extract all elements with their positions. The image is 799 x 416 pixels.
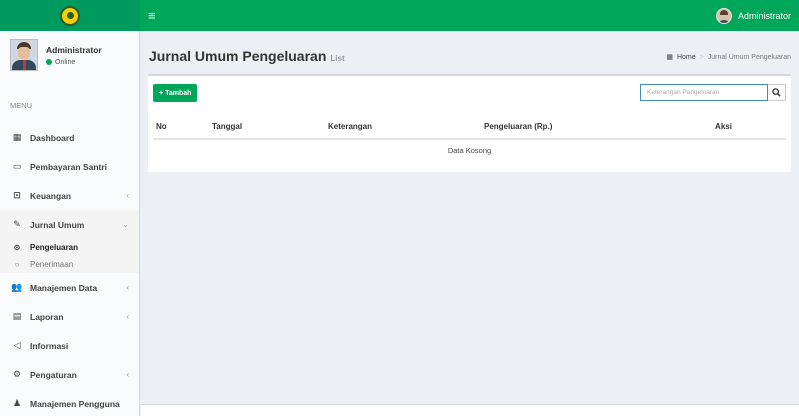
breadcrumb-current: Jurnal Umum Pengeluaran <box>707 53 791 61</box>
chevron-left-icon: ‹ <box>126 283 129 292</box>
circle-icon: ○ <box>14 260 20 269</box>
logo-emblem <box>60 5 80 26</box>
sidebar-item-manajemen-data[interactable]: 👥 Manajemen Data ‹ <box>0 273 139 302</box>
sidebar-item-pembayaran-santri[interactable]: ▭ Pembayaran Santri <box>0 152 139 181</box>
sidebar-item-laporan[interactable]: ▤ Laporan ‹ <box>0 302 139 331</box>
page-title-text: Jurnal Umum Pengeluaran <box>149 48 327 64</box>
sidebar-item-manajemen-pengguna[interactable]: ♟ Manajemen Pengguna <box>0 389 139 416</box>
sidebar-item-jurnal-umum[interactable]: ✎ Jurnal Umum ⌄ <box>0 210 139 239</box>
users-icon: 👥 <box>11 282 23 292</box>
top-navbar: ≡ Administrator <box>140 0 799 31</box>
avatar <box>715 7 732 24</box>
chevron-left-icon: ‹ <box>126 370 129 379</box>
content-box: + Tambah No Tanggal Keterangan Pengeluar… <box>148 74 791 172</box>
user-menu[interactable]: Administrator <box>715 7 791 24</box>
search-group <box>640 84 786 101</box>
col-header-no: No <box>153 114 209 140</box>
table-header-row: No Tanggal Keterangan Pengeluaran (Rp.) … <box>153 114 786 140</box>
user-status-label: Online <box>55 58 76 66</box>
user-panel: Administrator Online <box>0 31 139 79</box>
sidebar-item-label: Dashboard <box>30 132 75 143</box>
sidebar-item-label: Pengaturan <box>30 369 77 380</box>
user-icon: ♟ <box>12 398 22 408</box>
col-header-aksi: Aksi <box>661 114 786 140</box>
col-header-pengeluaran: Pengeluaran (Rp.) <box>481 114 661 140</box>
search-button[interactable] <box>768 84 786 101</box>
add-button-label: Tambah <box>165 89 192 97</box>
sidebar-subitem-label: Pengeluaran <box>30 243 79 252</box>
sidebar-item-pengaturan[interactable]: ⚙ Pengaturan ‹ <box>0 360 139 389</box>
table-row: Data Kosong <box>153 139 786 160</box>
user-avatar <box>10 39 38 71</box>
sidebar-subitem-pengeluaran[interactable]: ⊙ Pengeluaran <box>0 239 139 256</box>
footer <box>141 404 799 416</box>
edit-icon: ✎ <box>13 219 21 229</box>
menu-toggle-icon[interactable]: ≡ <box>148 9 156 22</box>
page-subtitle: List <box>330 54 345 63</box>
col-header-keterangan: Keterangan <box>325 114 481 140</box>
chevron-down-icon: ⌄ <box>122 220 129 229</box>
sidebar-item-informasi[interactable]: ◁ Informasi <box>0 331 139 360</box>
search-input[interactable] <box>640 84 768 101</box>
sidebar-item-label: Informasi <box>30 340 69 351</box>
sidebar-item-dashboard[interactable]: ▦ Dashboard <box>0 123 139 152</box>
sidebar-subitem-penerimaan[interactable]: ○ Penerimaan <box>0 256 139 273</box>
user-menu-name: Administrator <box>737 10 791 21</box>
sidebar-item-label: Pembayaran Santri <box>30 161 108 172</box>
sidebar-item-keuangan[interactable]: ⊡ Keuangan ‹ <box>0 181 139 210</box>
empty-state: Data Kosong <box>447 145 492 155</box>
online-dot-icon <box>46 59 52 65</box>
sidebar-item-label: Laporan <box>30 311 64 322</box>
chevron-left-icon: ‹ <box>126 191 129 200</box>
sidebar-item-label: Manajemen Data <box>30 282 98 293</box>
sidebar-item-label: Keuangan <box>30 190 72 201</box>
page-title: Jurnal Umum Pengeluaran List <box>149 48 345 64</box>
breadcrumb: ▦ Home > Jurnal Umum Pengeluaran <box>666 53 791 62</box>
gear-icon: ⚙ <box>12 369 22 379</box>
add-button[interactable]: + Tambah <box>153 84 198 102</box>
sidebar-item-label: Manajemen Pengguna <box>30 398 120 409</box>
circle-dot-icon: ⊙ <box>13 243 21 252</box>
search-icon <box>772 88 781 97</box>
breadcrumb-home[interactable]: Home <box>677 54 696 61</box>
plus-icon: + <box>159 89 164 97</box>
data-table: No Tanggal Keterangan Pengeluaran (Rp.) … <box>153 114 786 160</box>
sidebar-subitem-label: Penerimaan <box>30 260 74 269</box>
chevron-left-icon: ‹ <box>126 312 129 321</box>
dashboard-icon: ▦ <box>666 54 673 61</box>
sidebar: Administrator Online MENU ▦ Dashboard ▭ … <box>0 31 140 416</box>
dashboard-icon: ▦ <box>12 132 22 142</box>
sidebar-user-name: Administrator <box>46 44 102 55</box>
app-logo[interactable] <box>0 0 140 31</box>
col-header-tanggal: Tanggal <box>209 114 325 140</box>
content-header: Jurnal Umum Pengeluaran List ▦ Home > Jur… <box>141 31 799 77</box>
file-icon: ▤ <box>12 311 22 321</box>
money-icon: ⊡ <box>13 190 21 200</box>
credit-card-icon: ▭ <box>12 161 22 171</box>
main-content: Jurnal Umum Pengeluaran List ▦ Home > Jur… <box>141 31 799 416</box>
breadcrumb-separator: > <box>699 53 704 61</box>
user-status: Online <box>46 59 102 66</box>
menu-header: MENU <box>10 101 33 110</box>
bullhorn-icon: ◁ <box>13 340 21 350</box>
sidebar-item-label: Jurnal Umum <box>30 219 85 230</box>
